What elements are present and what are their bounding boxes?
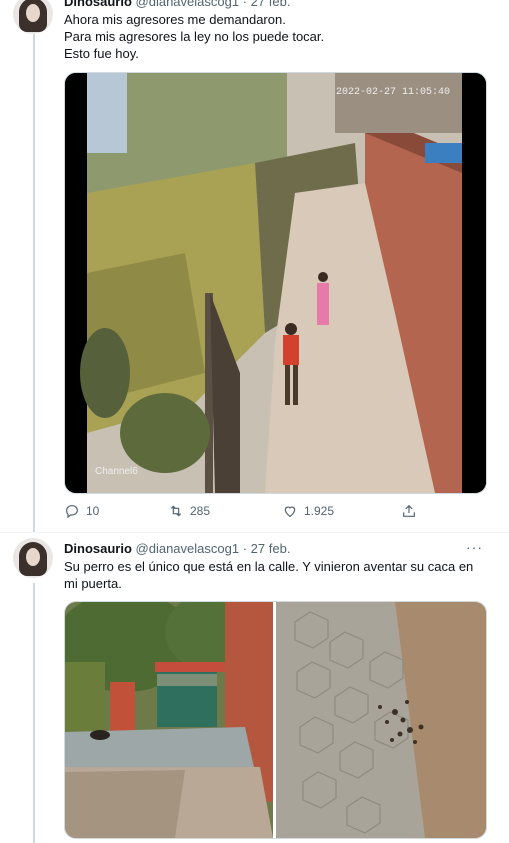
- tweet-2-header: Dinosaurio @dianavelascog1 · 27 feb.: [64, 541, 290, 556]
- tweet-2-text: Su perro es el único que está en la call…: [64, 559, 474, 591]
- retweet-icon: [170, 505, 182, 517]
- avatar[interactable]: [13, 538, 53, 578]
- video-watermark: Channel6: [95, 466, 138, 477]
- photo-1[interactable]: [65, 602, 273, 838]
- thread-line-top: [33, 34, 35, 532]
- tweet-1-line-3: Esto fue hoy.: [64, 46, 139, 61]
- video-frame: [65, 73, 486, 493]
- share-icon: [403, 504, 415, 517]
- timestamp[interactable]: 27 feb.: [251, 0, 291, 9]
- share-button[interactable]: [401, 503, 417, 519]
- like-button[interactable]: 1.925: [282, 503, 334, 519]
- photo-2[interactable]: [276, 602, 486, 838]
- video-timestamp: 2022-02-27 11:05:40: [335, 87, 450, 98]
- tweet-divider: [0, 532, 509, 533]
- heart-icon: [284, 506, 296, 518]
- separator: ·: [242, 0, 248, 9]
- more-icon[interactable]: ···: [466, 539, 483, 555]
- display-name[interactable]: Dinosaurio: [64, 0, 132, 9]
- like-count: 1.925: [304, 504, 335, 518]
- timestamp[interactable]: 27 feb.: [251, 541, 291, 556]
- tweet-1-header: Dinosaurio @dianavelascog1 · 27 feb.: [64, 0, 290, 9]
- display-name[interactable]: Dinosaurio: [64, 541, 132, 556]
- retweet-count: 285: [190, 504, 211, 518]
- avatar[interactable]: [13, 0, 53, 34]
- handle[interactable]: @dianavelascog1: [136, 0, 240, 9]
- reply-count: 10: [86, 504, 100, 518]
- tweet-1-text: Ahora mis agresores me demandaron. Para …: [64, 11, 484, 62]
- photo-grid: [65, 602, 486, 838]
- handle[interactable]: @dianavelascog1: [136, 541, 240, 556]
- tweet-2-photos: [64, 601, 487, 839]
- tweet-1-line-1: Ahora mis agresores me demandaron.: [64, 12, 286, 27]
- reply-button[interactable]: 10: [64, 503, 99, 519]
- reply-icon: [66, 505, 78, 519]
- tweet-1-video[interactable]: 2022-02-27 11:05:40 Channel6: [64, 72, 487, 494]
- tweet-1-line-2: Para mis agresores la ley no los puede t…: [64, 29, 325, 44]
- separator: ·: [242, 541, 248, 556]
- tweet-1-actions: 10 285 1.925: [64, 503, 424, 521]
- retweet-button[interactable]: 285: [168, 503, 210, 519]
- thread-line-bottom: [33, 583, 35, 843]
